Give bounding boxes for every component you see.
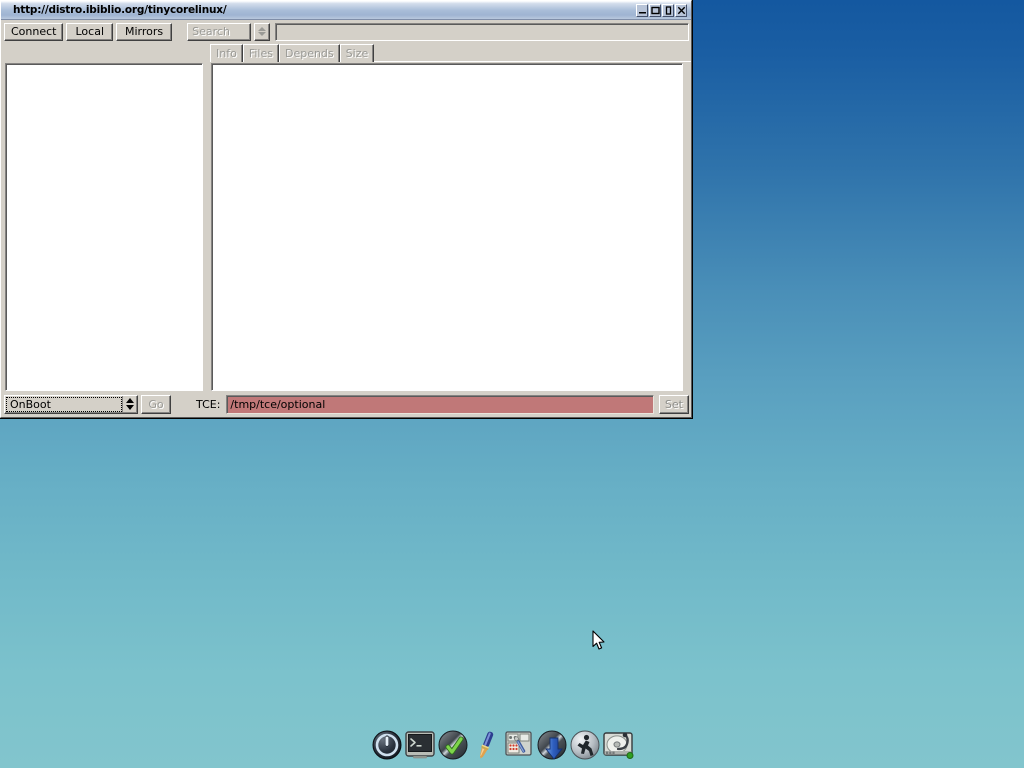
mouse-cursor [592,630,606,651]
set-button[interactable]: Set [659,395,689,414]
power-icon [371,729,403,761]
search-button[interactable]: Search [187,23,251,41]
dock-item-terminal[interactable] [404,728,436,762]
paintbrush-icon [473,729,499,761]
chevron-up-icon [258,27,266,31]
tab-depends[interactable]: Depends [279,44,340,62]
local-button[interactable]: Local [66,23,113,41]
content-area [1,62,691,393]
chevron-down-icon [126,405,134,410]
chevron-updown-icon[interactable] [122,396,136,413]
app-browser-window: http://distro.ibiblio.org/tinycorelinux/ [0,0,693,419]
terminal-icon [404,730,436,760]
control-panel-icon [504,730,534,760]
maximize-button[interactable] [649,4,661,17]
close-button[interactable] [675,4,687,17]
bottom-toolbar: OnBoot Go TCE: /tmp/tce/optional Set [1,393,691,417]
tab-size[interactable]: Size [340,44,375,62]
application-list[interactable] [5,63,203,391]
tab-info[interactable]: Info [210,44,243,62]
window-controls [636,4,689,17]
search-mode-spinner[interactable] [254,23,270,41]
connect-button[interactable]: Connect [4,23,63,41]
download-arrow-icon [536,729,568,761]
hard-disk-icon [602,730,634,760]
minimize-button[interactable] [636,4,648,17]
shade-button[interactable] [662,4,674,17]
main-toolbar: Connect Local Mirrors Search [1,20,691,42]
window-title: http://distro.ibiblio.org/tinycorelinux/ [1,4,636,16]
desktop-background: http://distro.ibiblio.org/tinycorelinux/ [0,0,1024,768]
dock-item-apps[interactable] [437,728,469,762]
tce-label: TCE: [196,398,220,411]
detail-view[interactable] [211,63,683,391]
install-mode-select[interactable]: OnBoot [4,395,138,414]
dock-item-services[interactable] [569,728,601,762]
mirrors-button[interactable]: Mirrors [116,23,172,41]
apps-check-icon [437,729,469,761]
dock-item-shutdown[interactable] [371,728,403,762]
dock-item-mount-tool[interactable] [602,728,634,762]
tabstrip-filler [374,44,691,62]
search-input[interactable] [275,23,689,41]
chevron-up-icon [126,398,134,403]
tab-files[interactable]: Files [243,44,279,62]
detail-tabs: Info Files Depends Size [1,42,691,62]
dock-item-control-panel[interactable] [503,728,535,762]
chevron-down-icon [258,32,266,36]
dock-item-apps-audit[interactable] [536,728,568,762]
desktop-dock [368,725,637,765]
running-person-icon [569,729,601,761]
window-titlebar[interactable]: http://distro.ibiblio.org/tinycorelinux/ [1,1,691,20]
dock-item-wallpaper[interactable] [470,728,502,762]
tce-path-input[interactable]: /tmp/tce/optional [226,395,654,414]
install-mode-value: OnBoot [6,397,122,412]
go-button[interactable]: Go [141,395,171,414]
